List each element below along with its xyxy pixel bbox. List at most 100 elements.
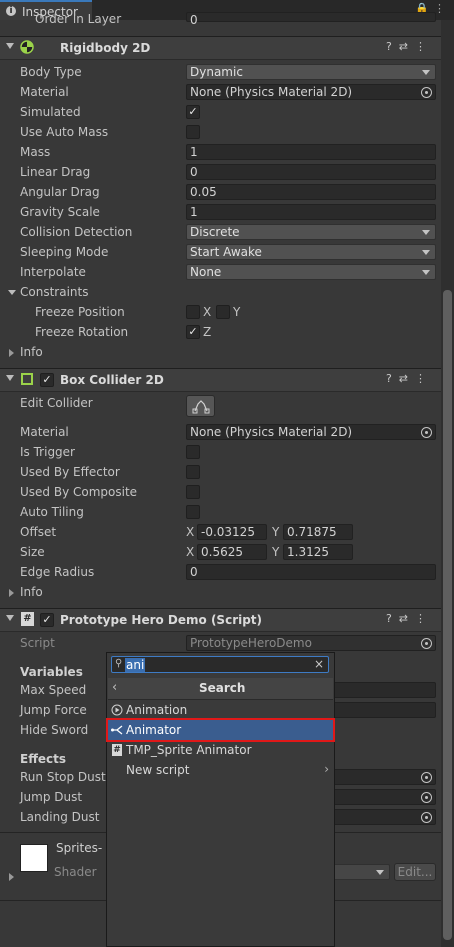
box-collider-icon (21, 373, 33, 385)
object-picker-icon[interactable] (421, 427, 432, 438)
component-tools[interactable]: ?⇄⋮ (386, 612, 433, 625)
freeze-y-label: Y (233, 305, 241, 319)
size-y-field[interactable]: 1.3125 (283, 544, 353, 560)
collapse-arrow-icon[interactable] (6, 43, 14, 49)
body-type-label: Body Type (20, 65, 82, 79)
freeze-position-label: Freeze Position (35, 305, 125, 319)
script-icon: # (21, 612, 34, 626)
shader-dropdown[interactable] (330, 864, 390, 880)
edit-collider-button[interactable] (186, 395, 215, 417)
size-x-label: X (186, 545, 195, 559)
used-by-effector-label: Used By Effector (20, 465, 120, 479)
linear-drag-field[interactable]: 0 (186, 164, 436, 180)
popup-item-new-script[interactable]: New script › (108, 760, 333, 780)
landing-dust-label: Landing Dust (20, 810, 100, 824)
constraints-expand-icon[interactable] (8, 290, 16, 295)
object-picker-icon[interactable] (421, 638, 432, 649)
info-expand-icon[interactable] (9, 349, 14, 357)
object-picker-icon[interactable] (421, 87, 432, 98)
box-collider-enabled-checkbox[interactable]: ✓ (40, 373, 54, 387)
order-in-layer-field[interactable]: 0 (186, 12, 436, 27)
jump-force-label: Jump Force (20, 703, 87, 717)
animator-icon (111, 725, 123, 735)
component-tools[interactable]: ?⇄⋮ (386, 40, 433, 53)
offset-x-label: X (186, 525, 195, 539)
material-preview (20, 844, 48, 872)
search-query: ani (125, 658, 146, 672)
script-component-title: Prototype Hero Demo (Script) (60, 613, 263, 627)
constraints-foldout[interactable]: Constraints (20, 285, 88, 299)
rigidbody2d-title: Rigidbody 2D (60, 41, 151, 55)
back-arrow-icon[interactable]: ‹ (112, 680, 117, 695)
shader-edit-button[interactable]: Edit... (394, 863, 436, 881)
collapse-arrow-icon[interactable] (6, 375, 14, 381)
script-component-header[interactable]: # ✓ Prototype Hero Demo (Script) ?⇄⋮ (0, 608, 441, 632)
bc-material-field[interactable]: None (Physics Material 2D) (186, 424, 436, 440)
auto-tiling-label: Auto Tiling (20, 505, 84, 519)
offset-x-field[interactable]: -0.03125 (197, 524, 267, 540)
popup-header: ‹ Search (108, 678, 333, 700)
script-field: PrototypeHeroDemo (186, 635, 436, 651)
use-auto-mass-checkbox[interactable] (186, 125, 200, 139)
body-type-dropdown[interactable]: Dynamic (186, 64, 436, 80)
hide-sword-label: Hide Sword (20, 723, 89, 737)
script-icon: # (112, 744, 122, 756)
chevron-right-icon: › (324, 762, 329, 776)
collision-detection-dropdown[interactable]: Discrete (186, 224, 436, 240)
gravity-scale-field[interactable]: 1 (186, 204, 436, 220)
angular-drag-field[interactable]: 0.05 (186, 184, 436, 200)
used-by-effector-checkbox[interactable] (186, 465, 200, 479)
material-expand-icon[interactable] (9, 873, 14, 881)
effects-header: Effects (20, 752, 67, 766)
object-picker-icon[interactable] (421, 812, 432, 823)
rigidbody2d-header[interactable]: Rigidbody 2D ?⇄⋮ (0, 36, 441, 60)
variables-header: Variables (20, 665, 83, 679)
mass-label: Mass (20, 145, 51, 159)
size-y-label: Y (272, 545, 280, 559)
is-trigger-label: Is Trigger (20, 445, 75, 459)
mass-field[interactable]: 1 (186, 144, 436, 160)
info-icon: i (6, 6, 16, 16)
edge-radius-field[interactable]: 0 (186, 564, 436, 580)
freeze-rotation-z-checkbox[interactable]: ✓ (186, 325, 200, 339)
collapse-arrow-icon[interactable] (6, 615, 14, 621)
component-tools[interactable]: ?⇄⋮ (386, 372, 433, 385)
popup-item-animation[interactable]: Animation (108, 700, 333, 720)
popup-item-animator[interactable]: Animator (106, 718, 335, 742)
object-picker-icon[interactable] (421, 792, 432, 803)
object-picker-icon[interactable] (421, 772, 432, 783)
rb-info-foldout[interactable]: Info (20, 345, 43, 359)
rb-material-field[interactable]: None (Physics Material 2D) (186, 84, 436, 100)
sleeping-mode-dropdown[interactable]: Start Awake (186, 244, 436, 260)
run-stop-dust-label: Run Stop Dust (20, 770, 106, 784)
is-trigger-checkbox[interactable] (186, 445, 200, 459)
angular-drag-label: Angular Drag (20, 185, 100, 199)
freeze-rotation-label: Freeze Rotation (35, 325, 129, 339)
bc-info-foldout[interactable]: Info (20, 585, 43, 599)
info-expand-icon[interactable] (9, 589, 14, 597)
auto-tiling-checkbox[interactable] (186, 505, 200, 519)
script-enabled-checkbox[interactable]: ✓ (40, 613, 54, 627)
script-label: Script (20, 636, 55, 650)
simulated-label: Simulated (20, 105, 81, 119)
clear-search-icon[interactable]: × (314, 657, 324, 671)
popup-item-tmp-sprite-animator[interactable]: # TMP_Sprite Animator (108, 740, 333, 760)
popup-search-input[interactable]: ⚲ ani × (111, 656, 329, 673)
interpolate-dropdown[interactable]: None (186, 264, 436, 280)
freeze-z-label: Z (203, 325, 212, 339)
offset-label: Offset (20, 525, 57, 539)
simulated-checkbox[interactable]: ✓ (186, 105, 200, 119)
freeze-x-label: X (203, 305, 212, 319)
boxcollider2d-header[interactable]: ✓ Box Collider 2D ?⇄⋮ (0, 368, 441, 392)
edit-collider-label: Edit Collider (20, 396, 93, 410)
bc-material-label: Material (20, 425, 69, 439)
freeze-position-x-checkbox[interactable] (186, 305, 200, 319)
used-by-composite-checkbox[interactable] (186, 485, 200, 499)
animation-icon (111, 704, 123, 716)
size-x-field[interactable]: 0.5625 (197, 544, 267, 560)
rigidbody-icon (20, 40, 34, 54)
scrollbar-thumb[interactable] (443, 290, 452, 940)
linear-drag-label: Linear Drag (20, 165, 91, 179)
offset-y-field[interactable]: 0.71875 (283, 524, 353, 540)
freeze-position-y-checkbox[interactable] (216, 305, 230, 319)
